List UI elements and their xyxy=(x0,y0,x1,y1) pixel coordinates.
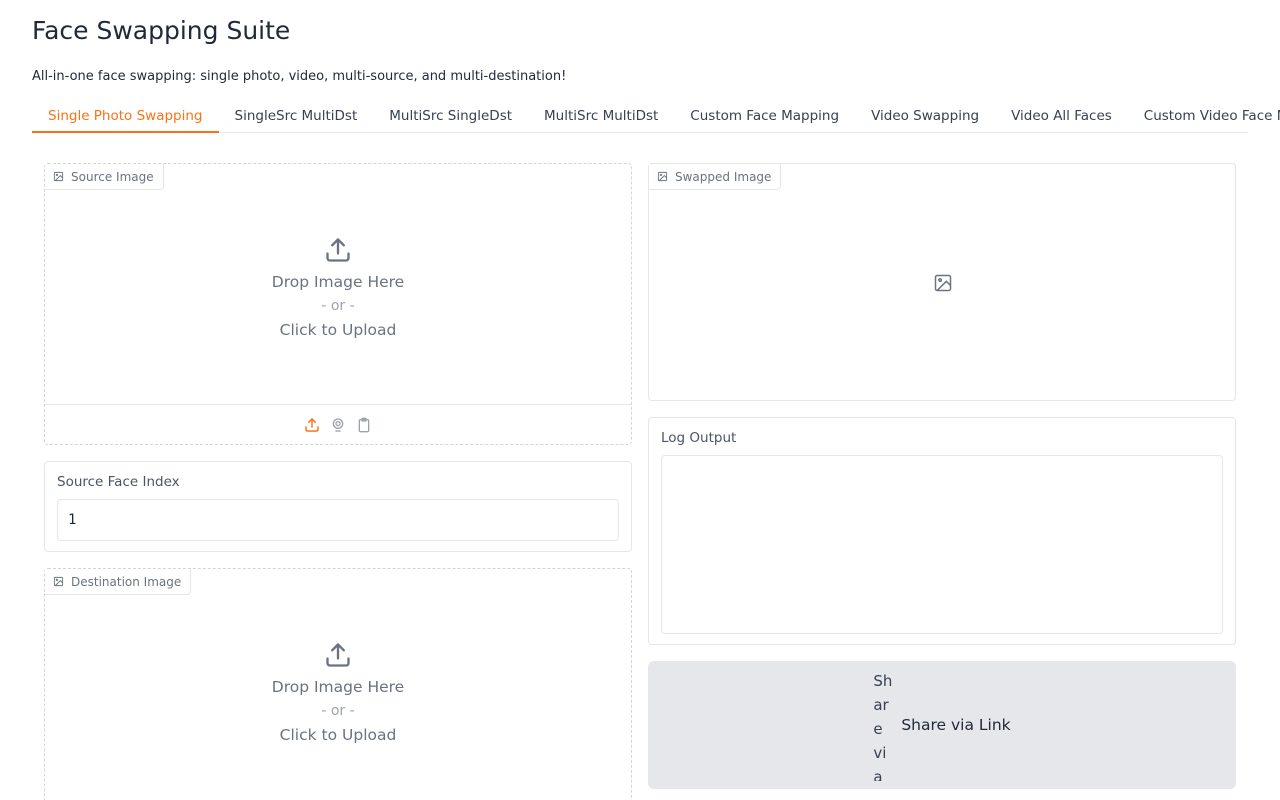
swapped-image-label: Swapped Image xyxy=(675,169,772,184)
tab-single-photo-swapping[interactable]: Single Photo Swapping xyxy=(32,101,219,133)
drop-text: Drop Image Here xyxy=(271,678,405,696)
tab-multisrc-multidst[interactable]: MultiSrc MultiDst xyxy=(528,101,674,133)
clipboard-icon[interactable] xyxy=(356,417,372,433)
upload-arrow-icon xyxy=(326,643,350,667)
source-image-toolbar xyxy=(45,404,631,444)
share-via-link-label: Share via Link xyxy=(901,716,1011,734)
tab-custom-video-face-mapping[interactable]: Custom Video Face Mapping xyxy=(1128,101,1280,133)
destination-image-badge: Destination Image xyxy=(45,569,192,595)
image-icon xyxy=(53,576,64,587)
click-to-upload-text: Click to Upload xyxy=(279,726,397,744)
share-link-icon: Share via Link icon xyxy=(873,672,893,781)
destination-image-label: Destination Image xyxy=(71,574,182,589)
log-output-label: Log Output xyxy=(661,430,737,446)
page-title: Face Swapping Suite xyxy=(32,16,291,45)
source-image-panel: Source Image Drop Image Here - or - Clic… xyxy=(44,163,632,445)
tab-video-all-faces[interactable]: Video All Faces xyxy=(995,101,1128,133)
upload-icon[interactable] xyxy=(304,417,320,433)
or-text: - or - xyxy=(321,298,355,314)
destination-image-dropzone[interactable]: Drop Image Here - or - Click to Upload xyxy=(45,641,631,745)
image-icon xyxy=(53,171,64,182)
page-description: All-in-one face swapping: single photo, … xyxy=(32,69,567,84)
swapped-image-badge: Swapped Image xyxy=(649,164,782,190)
source-image-badge: Source Image xyxy=(45,164,164,190)
drop-text: Drop Image Here xyxy=(271,273,405,291)
tab-bar: Single Photo Swapping SingleSrc MultiDst… xyxy=(32,101,1280,133)
source-face-index-input[interactable]: 1 xyxy=(57,499,619,541)
source-image-dropzone[interactable]: Drop Image Here - or - Click to Upload xyxy=(45,236,631,340)
tab-video-swapping[interactable]: Video Swapping xyxy=(855,101,995,133)
swapped-image-panel: Swapped Image xyxy=(648,163,1236,401)
log-output-panel: Log Output xyxy=(648,417,1236,645)
tab-singlesrc-multidst[interactable]: SingleSrc MultiDst xyxy=(219,101,374,133)
source-image-label: Source Image xyxy=(71,169,154,184)
source-face-index-label: Source Face Index xyxy=(57,474,180,490)
source-face-index-panel: Source Face Index 1 xyxy=(44,461,632,552)
image-placeholder-icon xyxy=(934,274,952,292)
share-via-link-button[interactable]: Share via Link icon Share via Link xyxy=(648,661,1236,789)
click-to-upload-text: Click to Upload xyxy=(279,321,397,339)
or-text: - or - xyxy=(321,703,355,719)
log-output-textarea[interactable] xyxy=(661,455,1223,634)
tab-multisrc-singledst[interactable]: MultiSrc SingleDst xyxy=(373,101,528,133)
tab-custom-face-mapping[interactable]: Custom Face Mapping xyxy=(674,101,855,133)
webcam-icon[interactable] xyxy=(330,417,346,433)
destination-image-panel: Destination Image Drop Image Here - or -… xyxy=(44,568,632,800)
upload-arrow-icon xyxy=(326,238,350,262)
image-icon xyxy=(657,171,668,182)
